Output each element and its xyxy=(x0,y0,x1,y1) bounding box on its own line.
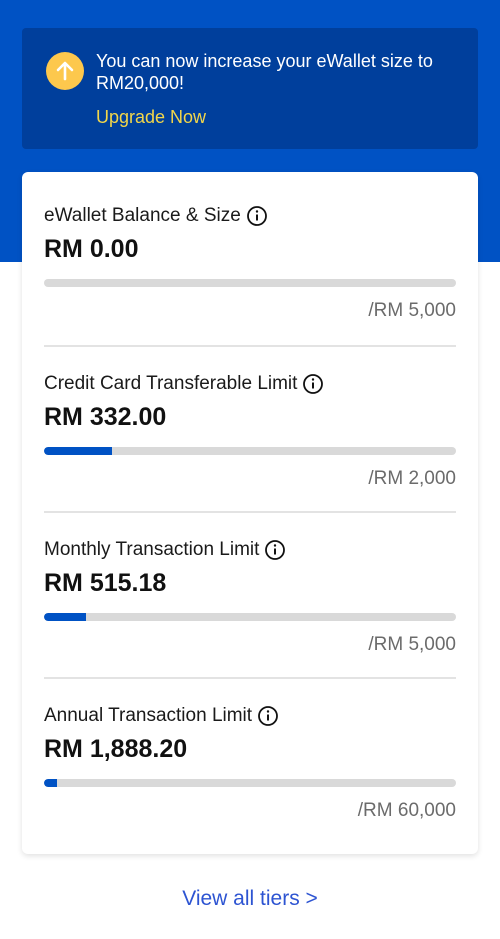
progress-bar xyxy=(44,613,456,621)
limit-section-monthly: Monthly Transaction Limit RM 515.18 /RM … xyxy=(44,511,456,677)
progress-bar xyxy=(44,779,456,787)
limit-max: /RM 60,000 xyxy=(357,800,456,821)
info-icon[interactable] xyxy=(302,373,324,395)
limit-label: eWallet Balance & Size xyxy=(44,205,241,226)
limit-amount: RM 0.00 xyxy=(44,235,139,263)
upgrade-now-link[interactable]: Upgrade Now xyxy=(96,106,206,128)
info-icon[interactable] xyxy=(264,539,286,561)
limit-section-credit-card: Credit Card Transferable Limit RM 332.00… xyxy=(44,345,456,511)
info-icon[interactable] xyxy=(257,705,279,727)
banner-message: You can now increase your eWallet size t… xyxy=(96,51,433,93)
progress-fill xyxy=(44,779,57,787)
view-all-tiers-link[interactable]: View all tiers > xyxy=(0,887,500,911)
progress-fill xyxy=(44,447,113,455)
limit-amount: RM 515.18 xyxy=(44,569,167,597)
limit-max: /RM 2,000 xyxy=(368,468,456,489)
limit-section-annual: Annual Transaction Limit RM 1,888.20 /RM… xyxy=(44,677,456,843)
limit-amount: RM 332.00 xyxy=(44,403,167,431)
limit-max: /RM 5,000 xyxy=(368,300,456,321)
limit-max: /RM 5,000 xyxy=(368,634,456,655)
info-icon[interactable] xyxy=(246,205,268,227)
limit-label: Credit Card Transferable Limit xyxy=(44,373,298,394)
limit-section-ewallet: eWallet Balance & Size RM 0.00 /RM 5,000 xyxy=(44,172,456,338)
limit-label: Monthly Transaction Limit xyxy=(44,539,260,560)
progress-bar xyxy=(44,279,456,287)
upgrade-banner: You can now increase your eWallet size t… xyxy=(22,28,478,149)
limit-amount: RM 1,888.20 xyxy=(44,735,188,763)
limits-card: eWallet Balance & Size RM 0.00 /RM 5,000… xyxy=(22,172,478,854)
arrow-up-icon xyxy=(46,52,84,90)
limit-label: Annual Transaction Limit xyxy=(44,705,253,726)
progress-fill xyxy=(44,613,87,621)
progress-bar xyxy=(44,447,456,455)
